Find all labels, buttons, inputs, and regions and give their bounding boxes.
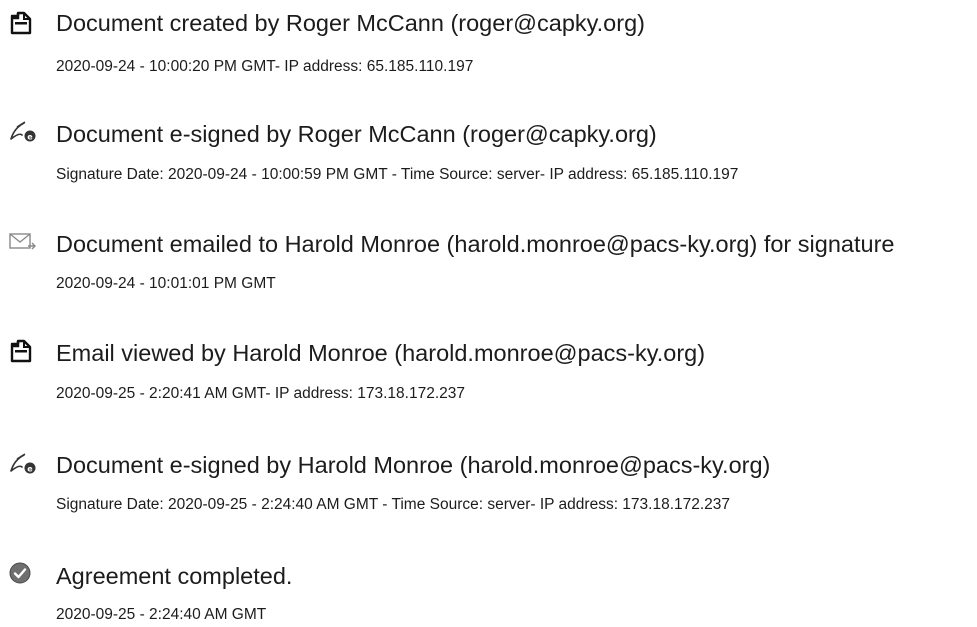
document-created-icon bbox=[8, 10, 34, 36]
svg-text:e: e bbox=[27, 133, 33, 142]
event-detail: Signature Date: 2020-09-25 - 2:24:40 AM … bbox=[56, 496, 731, 513]
event-detail: Signature Date: 2020-09-24 - 10:00:59 PM… bbox=[56, 166, 739, 183]
event-detail: 2020-09-25 - 2:24:40 AM GMT bbox=[56, 606, 267, 623]
event-headline: Document created by Roger McCann (roger@… bbox=[56, 10, 645, 36]
signature-pen-icon: e bbox=[8, 119, 36, 145]
event-headline: Email viewed by Harold Monroe (harold.mo… bbox=[56, 340, 706, 366]
event-detail: 2020-09-24 - 10:00:20 PM GMT- IP address… bbox=[56, 58, 474, 75]
event-detail: 2020-09-24 - 10:01:01 PM GMT bbox=[56, 275, 276, 292]
signature-pen-icon: e bbox=[8, 451, 36, 477]
document-viewed-icon bbox=[8, 338, 34, 364]
email-sent-icon bbox=[8, 229, 36, 255]
event-headline: Agreement completed. bbox=[56, 563, 293, 589]
event-detail: 2020-09-25 - 2:20:41 AM GMT- IP address:… bbox=[56, 385, 466, 402]
event-headline: Document emailed to Harold Monroe (harol… bbox=[56, 231, 895, 257]
svg-text:e: e bbox=[27, 465, 33, 474]
checkmark-circle-icon bbox=[8, 561, 34, 587]
event-headline: Document e-signed by Roger McCann (roger… bbox=[56, 121, 657, 147]
event-headline: Document e-signed by Harold Monroe (haro… bbox=[56, 452, 771, 478]
